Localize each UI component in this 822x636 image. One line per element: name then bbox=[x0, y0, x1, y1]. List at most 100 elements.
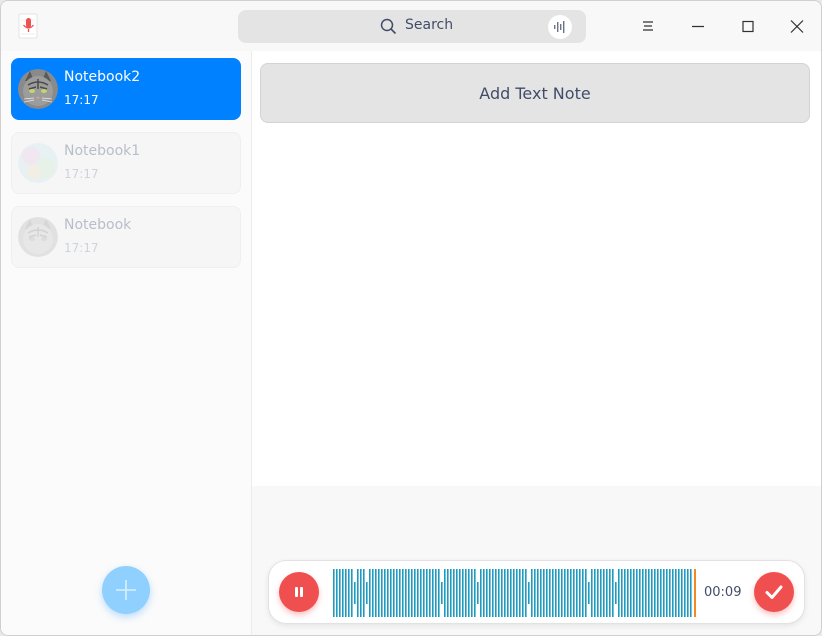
add-text-note-button[interactable]: Add Text Note bbox=[260, 63, 810, 123]
waveform-bar bbox=[558, 569, 560, 617]
minimize-icon bbox=[692, 25, 704, 28]
waveform-bar bbox=[333, 569, 335, 617]
waveform-bar bbox=[585, 569, 587, 617]
waveform-bar bbox=[513, 569, 515, 617]
waveform-bar bbox=[507, 569, 509, 617]
recording-waveform bbox=[333, 569, 696, 617]
waveform-bar bbox=[579, 569, 581, 617]
notebook-item[interactable]: Notebook2 17:17 bbox=[11, 58, 241, 120]
note-detail-area: Add Text Note 00:09 bbox=[252, 51, 821, 635]
waveform-bar bbox=[387, 569, 389, 617]
search-input[interactable]: Search bbox=[238, 10, 586, 43]
minimize-button[interactable] bbox=[684, 12, 712, 40]
cat-avatar bbox=[18, 69, 58, 109]
finish-recording-button[interactable] bbox=[754, 572, 794, 612]
waveform-bar bbox=[609, 569, 611, 617]
waveform-bar bbox=[444, 569, 446, 617]
waveform-bar bbox=[672, 569, 674, 617]
search-icon bbox=[380, 18, 397, 35]
waveform-bar bbox=[645, 569, 647, 617]
waveform-bar bbox=[492, 569, 494, 617]
waveform-bar bbox=[471, 569, 473, 617]
waveform-bar bbox=[543, 569, 545, 617]
waveform-bar bbox=[576, 569, 578, 617]
waveform-bar bbox=[678, 569, 680, 617]
waveform-bar bbox=[501, 569, 503, 617]
notebook-time: 17:17 bbox=[64, 93, 99, 107]
waveform-bar bbox=[354, 582, 356, 604]
notebook-time: 17:17 bbox=[64, 241, 99, 255]
waveform-bar bbox=[510, 569, 512, 617]
cat-avatar bbox=[18, 217, 58, 257]
waveform-bar bbox=[384, 569, 386, 617]
waveform-bar bbox=[537, 569, 539, 617]
waveform-bar bbox=[561, 569, 563, 617]
waveform-bar bbox=[666, 569, 668, 617]
waveform-bar bbox=[528, 582, 530, 604]
waveform-bar bbox=[342, 569, 344, 617]
waveform-bar bbox=[660, 569, 662, 617]
notebook-sidebar: Notebook2 17:17 Notebook1 17:17 Notebook… bbox=[1, 51, 252, 635]
waveform-bar bbox=[582, 569, 584, 617]
waveform-bar bbox=[468, 569, 470, 617]
waveform-bar bbox=[480, 569, 482, 617]
waveform-bar bbox=[642, 569, 644, 617]
waveform-bar bbox=[540, 569, 542, 617]
waveform-bar bbox=[432, 569, 434, 617]
menu-button[interactable] bbox=[634, 12, 662, 40]
waveform-bar bbox=[351, 569, 353, 617]
waveform-bar bbox=[606, 569, 608, 617]
waveform-bar bbox=[498, 569, 500, 617]
waveform-bar bbox=[516, 569, 518, 617]
waveform-bar bbox=[684, 569, 686, 617]
maximize-button[interactable] bbox=[734, 12, 762, 40]
waveform-bar bbox=[669, 569, 671, 617]
notebook-name: Notebook bbox=[64, 217, 132, 233]
waveform-bar bbox=[372, 569, 374, 617]
waveform-bar bbox=[408, 569, 410, 617]
waveform-bar bbox=[453, 569, 455, 617]
waveform-bar bbox=[360, 569, 362, 617]
note-content: Add Text Note bbox=[252, 51, 821, 486]
waveform-bar bbox=[486, 569, 488, 617]
waveform-bar bbox=[477, 582, 479, 604]
recording-panel: 00:09 bbox=[268, 560, 805, 624]
pause-icon bbox=[295, 587, 303, 597]
pastel-avatar bbox=[18, 143, 58, 183]
waveform-bar bbox=[654, 569, 656, 617]
waveform-bar bbox=[417, 569, 419, 617]
waveform-bar bbox=[378, 569, 380, 617]
waveform-bar bbox=[594, 569, 596, 617]
waveform-bar bbox=[549, 569, 551, 617]
waveform-bar bbox=[663, 569, 665, 617]
close-button[interactable] bbox=[783, 12, 811, 40]
notebook-item[interactable]: Notebook1 17:17 bbox=[11, 132, 241, 194]
waveform-bar bbox=[429, 569, 431, 617]
waveform-bar bbox=[555, 569, 557, 617]
notebook-item[interactable]: Notebook 17:17 bbox=[11, 206, 241, 268]
waveform-bar bbox=[411, 569, 413, 617]
waveform-bar bbox=[390, 569, 392, 617]
recording-elapsed-time: 00:09 bbox=[704, 585, 742, 600]
close-icon bbox=[790, 20, 804, 33]
waveform-bar bbox=[630, 569, 632, 617]
voice-search-button[interactable] bbox=[548, 15, 572, 39]
add-notebook-button[interactable] bbox=[102, 566, 150, 614]
pause-recording-button[interactable] bbox=[279, 572, 319, 612]
waveform-bar bbox=[588, 582, 590, 604]
waveform-bar bbox=[399, 569, 401, 617]
waveform-bar bbox=[525, 569, 527, 617]
waveform-bar bbox=[405, 569, 407, 617]
waveform-bar bbox=[447, 569, 449, 617]
waveform-bar bbox=[459, 569, 461, 617]
waveform-bar bbox=[552, 569, 554, 617]
waveform-bar bbox=[639, 569, 641, 617]
waveform-bar bbox=[534, 569, 536, 617]
waveform-bar bbox=[438, 569, 440, 617]
waveform-bar bbox=[366, 582, 368, 604]
waveform-bar bbox=[615, 582, 617, 604]
waveform-bar bbox=[465, 569, 467, 617]
waveform-bar bbox=[657, 569, 659, 617]
waveform-bar bbox=[420, 569, 422, 617]
waveform-bar bbox=[369, 569, 371, 617]
